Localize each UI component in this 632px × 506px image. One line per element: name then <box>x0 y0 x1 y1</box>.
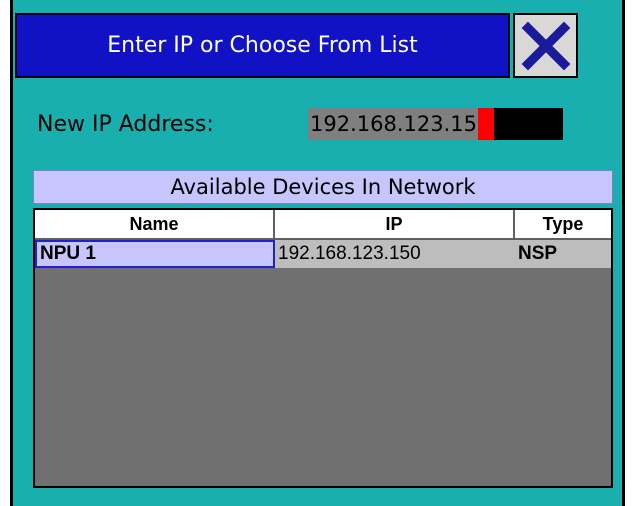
close-button[interactable] <box>513 13 578 78</box>
new-ip-value: 192.168.123.150 <box>308 108 490 140</box>
new-ip-label: New IP Address: <box>37 112 214 137</box>
close-x-icon <box>521 21 570 70</box>
column-header-ip[interactable]: IP <box>275 210 515 238</box>
device-type-cell[interactable]: NSP <box>515 240 611 268</box>
dialog-title: Enter IP or Choose From List <box>107 33 418 58</box>
text-cursor <box>478 108 494 140</box>
table-row[interactable]: NPU 1 192.168.123.150 NSP <box>35 240 611 268</box>
devices-table: Name IP Type NPU 1 192.168.123.150 NSP <box>33 208 613 488</box>
column-header-name[interactable]: Name <box>35 210 275 238</box>
devices-header: Available Devices In Network <box>33 170 613 204</box>
dialog-title-bar: Enter IP or Choose From List <box>15 13 510 78</box>
device-name-cell[interactable]: NPU 1 <box>35 240 275 268</box>
table-header-row: Name IP Type <box>35 210 611 240</box>
ip-dialog: Enter IP or Choose From List New IP Addr… <box>10 0 625 506</box>
device-ip-cell[interactable]: 192.168.123.150 <box>275 240 515 268</box>
column-header-type[interactable]: Type <box>515 210 611 238</box>
new-ip-input[interactable]: 192.168.123.150 <box>308 108 563 140</box>
